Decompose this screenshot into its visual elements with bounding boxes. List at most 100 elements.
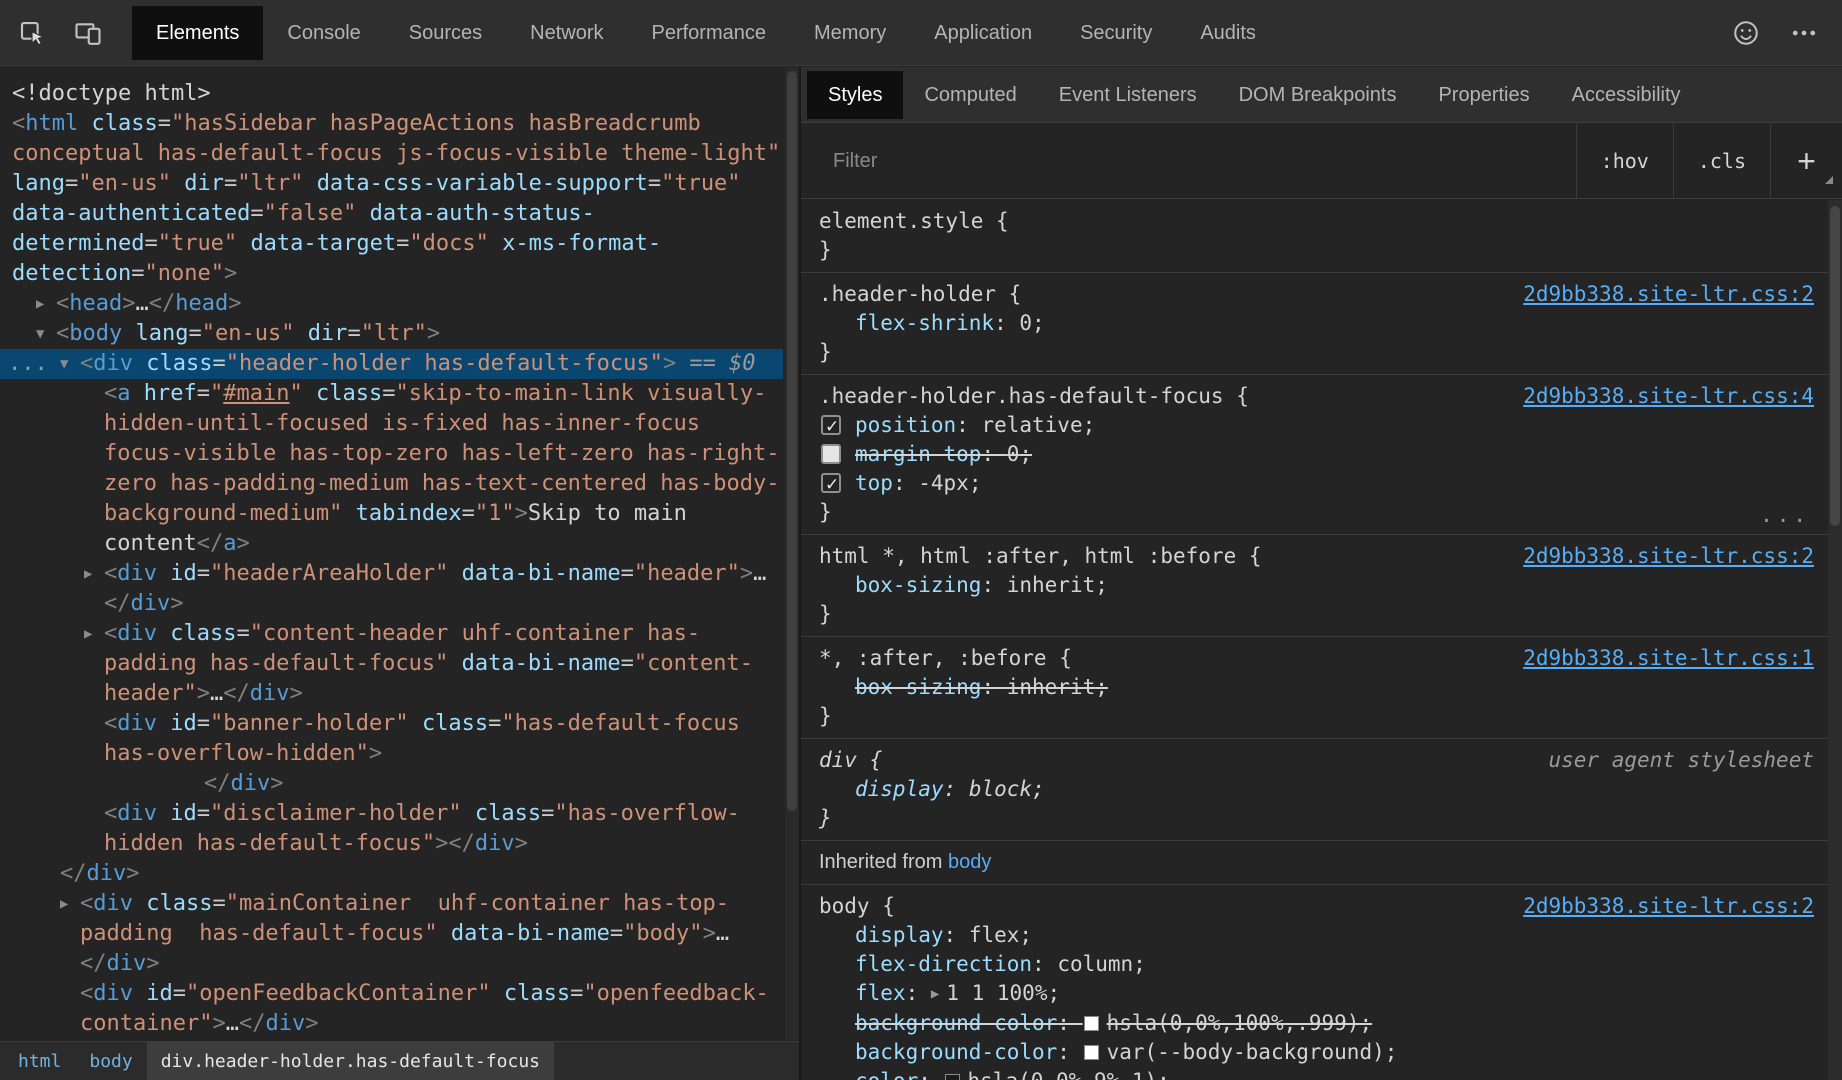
dom-node[interactable]: <div id="disclaimer-holder" class="has-o… — [0, 799, 783, 859]
dom-node[interactable]: <a href="#main" class="skip-to-main-link… — [0, 379, 783, 559]
property-value[interactable]: inherit — [1007, 573, 1096, 597]
css-file-link[interactable]: 2d9bb338.site-ltr.css:2 — [1523, 280, 1814, 309]
style-property[interactable]: flex: ▶1 1 100%; — [801, 979, 1842, 1009]
toggle-classes-button[interactable]: .cls — [1673, 124, 1770, 198]
property-value[interactable]: block — [969, 777, 1032, 801]
sidebar-tab-computed[interactable]: Computed — [903, 71, 1037, 119]
dom-node[interactable]: ▶<div id="headerAreaHolder" data-bi-name… — [0, 559, 783, 619]
property-value[interactable]: var(--body-background) — [1107, 1040, 1385, 1064]
dom-node[interactable]: <!doctype html> — [0, 79, 783, 109]
scrollbar-thumb[interactable] — [787, 71, 797, 811]
tab-security[interactable]: Security — [1056, 6, 1176, 60]
rule-more-actions[interactable]: ... — [1760, 501, 1810, 530]
sidebar-tab-event-listeners[interactable]: Event Listeners — [1038, 71, 1218, 119]
style-property[interactable]: background-color: hsla(0,0%,100%,.999); — [801, 1009, 1842, 1038]
toggle-element-state-button[interactable]: :hov — [1576, 124, 1673, 198]
property-value[interactable]: hsla(0,0%,9%,1) — [968, 1069, 1158, 1080]
style-property[interactable]: display: block; — [801, 775, 1842, 804]
property-name[interactable]: box-sizing — [855, 675, 981, 699]
property-value[interactable]: -4px — [918, 471, 969, 495]
property-value[interactable]: inherit — [1007, 675, 1096, 699]
style-property[interactable]: margin-top: 0; — [801, 440, 1842, 469]
property-name[interactable]: color — [855, 1069, 918, 1080]
sidebar-tab-styles[interactable]: Styles — [807, 71, 903, 119]
dom-node[interactable]: ▶<div class="mainContainer uhf-container… — [0, 889, 783, 979]
tab-audits[interactable]: Audits — [1176, 6, 1280, 60]
expand-arrow-closed-icon[interactable]: ▶ — [60, 889, 80, 919]
dom-node[interactable]: </div> — [0, 769, 783, 799]
dom-node[interactable]: </div> — [0, 859, 783, 889]
tab-performance[interactable]: Performance — [628, 6, 791, 60]
property-value[interactable]: 1 1 100% — [946, 981, 1047, 1005]
expand-arrow-closed-icon[interactable]: ▶ — [84, 619, 104, 649]
styles-filter-input[interactable] — [801, 124, 1576, 198]
property-value[interactable]: hsla(0,0%,100%,.999) — [1107, 1011, 1360, 1035]
tab-sources[interactable]: Sources — [385, 6, 506, 60]
sidebar-tab-accessibility[interactable]: Accessibility — [1551, 71, 1702, 119]
style-property[interactable]: flex-direction: column; — [801, 950, 1842, 979]
property-name[interactable]: top — [855, 471, 893, 495]
breadcrumb-item[interactable]: html — [4, 1042, 75, 1080]
style-property[interactable]: color: hsla(0,0%,9%,1); — [801, 1067, 1842, 1080]
device-toolbar-icon[interactable] — [66, 11, 110, 55]
scrollbar-thumb[interactable] — [1830, 206, 1840, 526]
tab-console[interactable]: Console — [263, 6, 384, 60]
property-toggle-checkbox[interactable] — [821, 415, 841, 435]
css-file-link[interactable]: 2d9bb338.site-ltr.css:2 — [1523, 542, 1814, 571]
style-property[interactable]: box-sizing: inherit; — [801, 673, 1842, 702]
sidebar-tab-properties[interactable]: Properties — [1417, 71, 1550, 119]
feedback-smiley-icon[interactable] — [1724, 11, 1768, 55]
inspect-icon[interactable] — [10, 11, 54, 55]
property-value[interactable]: relative — [981, 413, 1082, 437]
property-value[interactable]: flex — [969, 923, 1020, 947]
color-swatch[interactable] — [1084, 1016, 1099, 1031]
color-swatch[interactable] — [1084, 1045, 1099, 1060]
tab-memory[interactable]: Memory — [790, 6, 910, 60]
style-property[interactable]: box-sizing: inherit; — [801, 571, 1842, 600]
property-value[interactable]: 0 — [1019, 311, 1032, 335]
property-value[interactable]: column — [1057, 952, 1133, 976]
breadcrumb-item[interactable]: div.header-holder.has-default-focus — [147, 1042, 554, 1080]
shorthand-expand-icon[interactable]: ▶ — [931, 986, 939, 1002]
property-name[interactable]: flex-direction — [855, 952, 1032, 976]
style-property[interactable]: flex-shrink: 0; — [801, 309, 1842, 338]
property-name[interactable]: margin-top — [855, 442, 981, 466]
property-name[interactable]: box-sizing — [855, 573, 981, 597]
tab-application[interactable]: Application — [910, 6, 1056, 60]
css-rule-selector[interactable]: .header-holder { — [819, 280, 1021, 309]
dom-node[interactable]: ▶<div class="content-header uhf-containe… — [0, 619, 783, 709]
sidebar-tab-dom-breakpoints[interactable]: DOM Breakpoints — [1218, 71, 1418, 119]
styles-scrollbar[interactable] — [1828, 200, 1842, 1080]
property-toggle-checkbox[interactable] — [821, 473, 841, 493]
property-value[interactable]: 0 — [1007, 442, 1020, 466]
dom-node-selected[interactable]: ...▼<div class="header-holder has-defaul… — [0, 349, 783, 379]
css-file-link[interactable]: 2d9bb338.site-ltr.css:2 — [1523, 892, 1814, 921]
property-name[interactable]: flex — [855, 981, 906, 1005]
property-name[interactable]: display — [855, 923, 944, 947]
expand-arrow-closed-icon[interactable]: ▶ — [84, 559, 104, 589]
css-rule-selector[interactable]: .header-holder.has-default-focus { — [819, 382, 1249, 411]
css-rule-selector[interactable]: div { — [819, 746, 882, 775]
css-file-link[interactable]: 2d9bb338.site-ltr.css:1 — [1523, 644, 1814, 673]
expand-arrow-closed-icon[interactable]: ▶ — [36, 289, 56, 319]
css-file-link[interactable]: 2d9bb338.site-ltr.css:4 — [1523, 382, 1814, 411]
dom-node[interactable]: ▼<body lang="en-us" dir="ltr"> — [0, 319, 783, 349]
style-property[interactable]: top: -4px; — [801, 469, 1842, 498]
property-name[interactable]: display — [855, 777, 944, 801]
dom-node[interactable]: <html class="hasSidebar hasPageActions h… — [0, 109, 783, 289]
property-toggle-checkbox[interactable] — [821, 444, 841, 464]
property-name[interactable]: background-color — [855, 1011, 1057, 1035]
property-name[interactable]: background-color — [855, 1040, 1057, 1064]
property-name[interactable]: position — [855, 413, 956, 437]
dom-node[interactable]: ▶<head>…</head> — [0, 289, 783, 319]
expand-arrow-open-icon[interactable]: ▼ — [60, 349, 80, 379]
new-style-rule-button[interactable]: + — [1770, 124, 1842, 198]
color-swatch[interactable] — [945, 1074, 960, 1080]
dom-node[interactable]: <div id="openFeedbackContainer" class="o… — [0, 979, 783, 1039]
tab-network[interactable]: Network — [506, 6, 627, 60]
style-property[interactable]: background-color: var(--body-background)… — [801, 1038, 1842, 1067]
css-rule-selector[interactable]: element.style { — [819, 207, 1009, 236]
tab-elements[interactable]: Elements — [132, 6, 263, 60]
property-name[interactable]: flex-shrink — [855, 311, 994, 335]
expand-arrow-open-icon[interactable]: ▼ — [36, 319, 56, 349]
